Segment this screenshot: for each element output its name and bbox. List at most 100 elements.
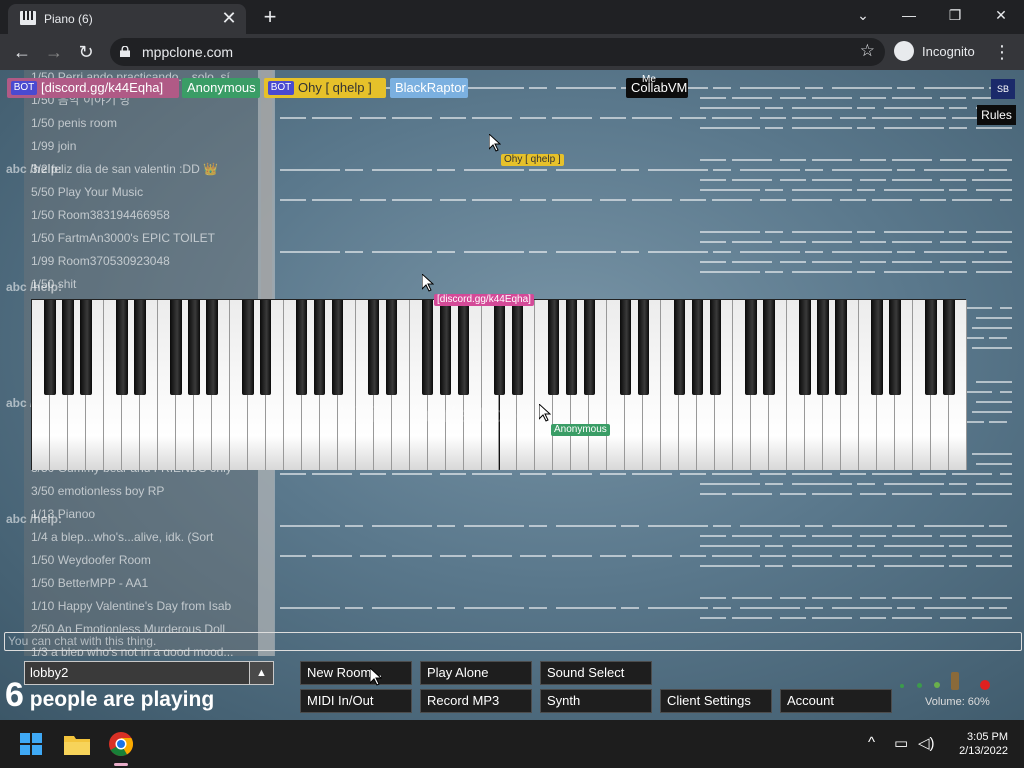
- room-list-item[interactable]: 1/50 BetterMPP - AA1: [31, 572, 274, 594]
- black-key[interactable]: [637, 300, 650, 395]
- window-close-button[interactable]: ✕: [978, 0, 1024, 32]
- black-key[interactable]: [188, 300, 200, 395]
- new-room-button[interactable]: New Room...: [300, 661, 412, 685]
- room-list-item[interactable]: 5/50 Play Your Music: [31, 181, 274, 203]
- black-key[interactable]: [745, 300, 757, 395]
- black-key[interactable]: [44, 300, 56, 395]
- chrome-icon[interactable]: [108, 731, 134, 757]
- black-key[interactable]: [511, 300, 524, 395]
- black-key[interactable]: [385, 300, 398, 395]
- user-tag[interactable]: BOT [discord.gg/k44Eqha]: [7, 78, 179, 98]
- browser-menu-icon[interactable]: ⋮: [990, 38, 1014, 66]
- windows-taskbar: ^ ▭ ◁) 3:05 PM 2/13/2022: [0, 720, 1024, 768]
- clock-time: 3:05 PM: [967, 731, 1008, 743]
- sb-badge[interactable]: SB: [991, 79, 1015, 99]
- network-icon[interactable]: ▭: [894, 734, 908, 752]
- volume-knob[interactable]: [951, 672, 959, 690]
- synth-button[interactable]: Synth: [540, 689, 652, 713]
- room-list-item[interactable]: 1/4 a blep...who's...alive, idk. (Sort: [31, 526, 274, 548]
- piano-keyboard[interactable]: [31, 299, 967, 470]
- client-settings-button[interactable]: Client Settings: [660, 689, 772, 713]
- reload-icon[interactable]: ↻: [72, 38, 100, 66]
- address-bar[interactable]: mppclone.com ☆: [110, 38, 885, 66]
- room-list-item[interactable]: 1/50 Weydoofer Room: [31, 549, 274, 571]
- chat-input[interactable]: You can chat with this thing.: [4, 632, 1022, 651]
- room-list-item[interactable]: 3/50 emotionless boy RP: [31, 480, 274, 502]
- user-tag[interactable]: BOT Ohy [ qhelp ]: [264, 78, 386, 98]
- black-key[interactable]: [295, 300, 308, 395]
- taskbar-clock[interactable]: 3:05 PM 2/13/2022: [938, 730, 1008, 758]
- black-key[interactable]: [134, 300, 146, 395]
- room-list-item[interactable]: 3/2 feliz dia de san valentin :DD 👑: [31, 158, 274, 180]
- watermark-text: Visible (perfect one): [340, 402, 536, 427]
- black-key[interactable]: [421, 300, 434, 395]
- black-key[interactable]: [80, 300, 92, 395]
- black-key[interactable]: [565, 300, 578, 395]
- user-tag[interactable]: Anonymous: [182, 78, 260, 98]
- black-key[interactable]: [313, 300, 326, 395]
- record-mp3-button[interactable]: Record MP3: [420, 689, 532, 713]
- black-key[interactable]: [439, 300, 452, 395]
- incognito-badge[interactable]: Incognito: [892, 39, 982, 65]
- black-key[interactable]: [62, 300, 74, 395]
- black-key[interactable]: [817, 300, 829, 395]
- black-key[interactable]: [835, 300, 847, 395]
- black-key[interactable]: [619, 300, 632, 395]
- black-key[interactable]: [547, 300, 560, 395]
- restore-button[interactable]: ❐: [932, 0, 978, 32]
- room-list-item[interactable]: 1/50 Room383194466958: [31, 204, 274, 226]
- play-alone-button[interactable]: Play Alone: [420, 661, 532, 685]
- bookmark-star-icon[interactable]: ☆: [860, 41, 875, 61]
- room-list-item[interactable]: 1/13 Pianoo: [31, 503, 274, 525]
- midi-button[interactable]: MIDI In/Out: [300, 689, 412, 713]
- volume-control[interactable]: Volume: 60%: [895, 670, 1015, 710]
- room-list-item[interactable]: 1/50 penis room: [31, 112, 274, 134]
- chevron-up-tray-icon[interactable]: ^: [868, 734, 875, 751]
- room-list-item[interactable]: 1/99 join: [31, 135, 274, 157]
- black-key[interactable]: [331, 300, 344, 395]
- black-key[interactable]: [889, 300, 901, 395]
- user-name: CollabVM: [631, 80, 688, 95]
- black-key[interactable]: [116, 300, 128, 395]
- user-tag[interactable]: BlackRaptor: [390, 78, 468, 98]
- black-key[interactable]: [206, 300, 218, 395]
- black-key[interactable]: [709, 300, 721, 395]
- black-key[interactable]: [170, 300, 182, 395]
- volume-dot: [900, 684, 904, 688]
- cursor-name-tag: Anonymous: [551, 424, 610, 436]
- black-key[interactable]: [367, 300, 380, 395]
- rules-button[interactable]: Rules: [977, 105, 1016, 125]
- black-key[interactable]: [799, 300, 811, 395]
- room-list-item[interactable]: 1/99 Room370530923048: [31, 250, 274, 272]
- user-tag[interactable]: CollabVM: [626, 78, 688, 98]
- forward-arrow-icon[interactable]: →: [40, 38, 68, 66]
- black-key[interactable]: [763, 300, 775, 395]
- room-list-item[interactable]: 1/50 shit: [31, 273, 274, 295]
- back-arrow-icon[interactable]: ←: [8, 38, 36, 66]
- tab-close-icon[interactable]: ✕: [218, 7, 240, 29]
- black-key[interactable]: [943, 300, 955, 395]
- chevron-up-icon[interactable]: ▲: [249, 662, 273, 684]
- black-key[interactable]: [673, 300, 686, 395]
- room-list-item[interactable]: 1/50 FartmAn3000's EPIC TOILET: [31, 227, 274, 249]
- browser-tab-strip: Piano (6) ✕ + ⌄ — ❐ ✕: [0, 0, 1024, 34]
- black-key[interactable]: [242, 300, 254, 395]
- browser-tab[interactable]: Piano (6) ✕: [8, 4, 246, 34]
- tab-search-chevron-icon[interactable]: ⌄: [840, 0, 886, 32]
- windows-start-icon[interactable]: [20, 733, 42, 755]
- sound-select-button[interactable]: Sound Select: [540, 661, 652, 685]
- black-key[interactable]: [871, 300, 883, 395]
- new-tab-button[interactable]: +: [257, 4, 283, 30]
- account-button[interactable]: Account: [780, 689, 892, 713]
- black-key[interactable]: [493, 300, 506, 395]
- minimize-button[interactable]: —: [886, 0, 932, 32]
- speaker-icon[interactable]: ◁): [918, 734, 935, 752]
- black-key[interactable]: [691, 300, 704, 395]
- black-key[interactable]: [259, 300, 272, 395]
- active-app-indicator: [114, 763, 128, 766]
- black-key[interactable]: [925, 300, 937, 395]
- file-explorer-icon[interactable]: [64, 733, 90, 755]
- room-list-item[interactable]: 1/10 Happy Valentine's Day from Isab: [31, 595, 274, 617]
- black-key[interactable]: [457, 300, 470, 395]
- black-key[interactable]: [583, 300, 596, 395]
